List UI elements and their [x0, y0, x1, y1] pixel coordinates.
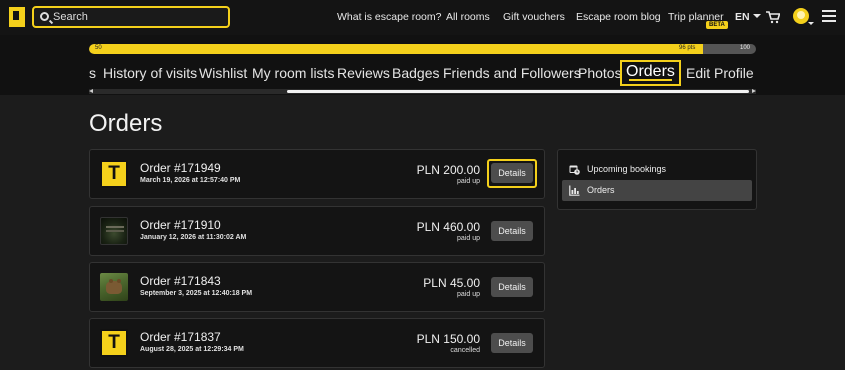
active-tab-underline [629, 79, 672, 81]
tab-reviews[interactable]: Reviews [337, 65, 390, 81]
tab-photos[interactable]: Photos [578, 65, 622, 81]
tab-friends-and-followers[interactable]: Friends and Followers [443, 65, 581, 81]
order-number: Order #171949 [140, 161, 221, 175]
details-highlight: Details [487, 159, 537, 188]
progress-start-label: 50 [95, 45, 102, 51]
side-item-upcoming-bookings[interactable]: Upcoming bookings [562, 159, 752, 180]
scroll-left-icon[interactable] [89, 89, 93, 93]
order-number: Order #171910 [140, 218, 221, 232]
order-date: March 19, 2026 at 12:57:40 PM [140, 177, 241, 184]
order-status: paid up [457, 291, 480, 298]
order-price: PLN 45.00 [423, 276, 480, 290]
chevron-down-icon [752, 14, 761, 18]
language-selector[interactable]: EN [735, 11, 761, 23]
order-date: January 12, 2026 at 11:30:02 AM [140, 234, 247, 241]
order-number: Order #171837 [140, 330, 221, 344]
order-thumbnail-logo [100, 329, 128, 357]
scroll-right-icon[interactable] [752, 89, 756, 93]
order-card: Order #171837 August 28, 2025 at 12:29:3… [89, 318, 545, 368]
page-title: Orders [89, 110, 163, 137]
tab-history-of-visits[interactable]: History of visits [103, 65, 197, 81]
order-thumbnail-logo [100, 160, 128, 188]
user-avatar[interactable] [793, 8, 809, 24]
order-number: Order #171843 [140, 274, 221, 288]
site-logo[interactable] [9, 7, 25, 27]
nav-link-all-rooms[interactable]: All rooms [446, 11, 490, 23]
side-item-orders[interactable]: Orders [562, 180, 752, 201]
tabs-scrollbar[interactable] [89, 89, 756, 94]
order-price: PLN 200.00 [416, 163, 480, 177]
search-box[interactable] [32, 6, 230, 28]
profile-tabs: s History of visits Wishlist My room lis… [0, 60, 845, 88]
details-button[interactable]: Details [491, 333, 533, 353]
tab-wishlist[interactable]: Wishlist [199, 65, 247, 81]
orders-side-menu: Upcoming bookings Orders [557, 149, 757, 210]
order-status: paid up [457, 178, 480, 185]
order-card: Order #171910 January 12, 2026 at 11:30:… [89, 206, 545, 256]
orders-chart-icon [569, 185, 580, 196]
nav-link-escape-room-blog[interactable]: Escape room blog [576, 11, 661, 23]
search-icon [40, 12, 49, 21]
search-input[interactable] [53, 8, 223, 26]
details-button[interactable]: Details [491, 163, 533, 183]
tab-orders[interactable]: Orders [620, 60, 681, 86]
beta-badge: BETA [706, 21, 728, 29]
order-thumbnail-room-poster [100, 217, 128, 245]
cart-icon[interactable] [766, 10, 780, 24]
scrollbar-thumb[interactable] [287, 90, 749, 93]
top-navigation: What is escape room? All rooms Gift vouc… [0, 0, 845, 35]
tab-edit-profile[interactable]: Edit Profile [686, 65, 754, 81]
order-price: PLN 460.00 [416, 220, 480, 234]
tab-badges[interactable]: Badges [392, 65, 439, 81]
order-status: paid up [457, 235, 480, 242]
avatar-chevron-down-icon [808, 22, 814, 25]
side-item-label: Upcoming bookings [587, 164, 667, 174]
tab-orders-label: Orders [626, 63, 675, 80]
order-thumbnail-bear-photo [100, 273, 128, 301]
progress-current-label: 96 pts [679, 45, 696, 51]
language-label: EN [735, 11, 750, 23]
nav-link-gift-vouchers[interactable]: Gift vouchers [503, 11, 565, 23]
points-progress-fill [89, 44, 703, 54]
points-progress-bar: 50 96 pts 100 [89, 44, 756, 54]
details-button[interactable]: Details [491, 221, 533, 241]
order-status: cancelled [450, 347, 480, 354]
details-button[interactable]: Details [491, 277, 533, 297]
hamburger-menu-icon[interactable] [822, 10, 836, 22]
side-item-label: Orders [587, 185, 615, 195]
calendar-clock-icon [569, 165, 580, 175]
order-card: Order #171949 March 19, 2026 at 12:57:40… [89, 149, 545, 199]
tab-overflow[interactable]: s [89, 65, 96, 81]
order-card: Order #171843 September 3, 2025 at 12:40… [89, 262, 545, 312]
tab-my-room-lists[interactable]: My room lists [252, 65, 334, 81]
order-price: PLN 150.00 [416, 332, 480, 346]
order-date: September 3, 2025 at 12:40:18 PM [140, 290, 253, 297]
progress-end-label: 100 [740, 45, 751, 51]
order-date: August 28, 2025 at 12:29:34 PM [140, 346, 244, 353]
nav-link-what-is-escape-room[interactable]: What is escape room? [337, 11, 441, 23]
